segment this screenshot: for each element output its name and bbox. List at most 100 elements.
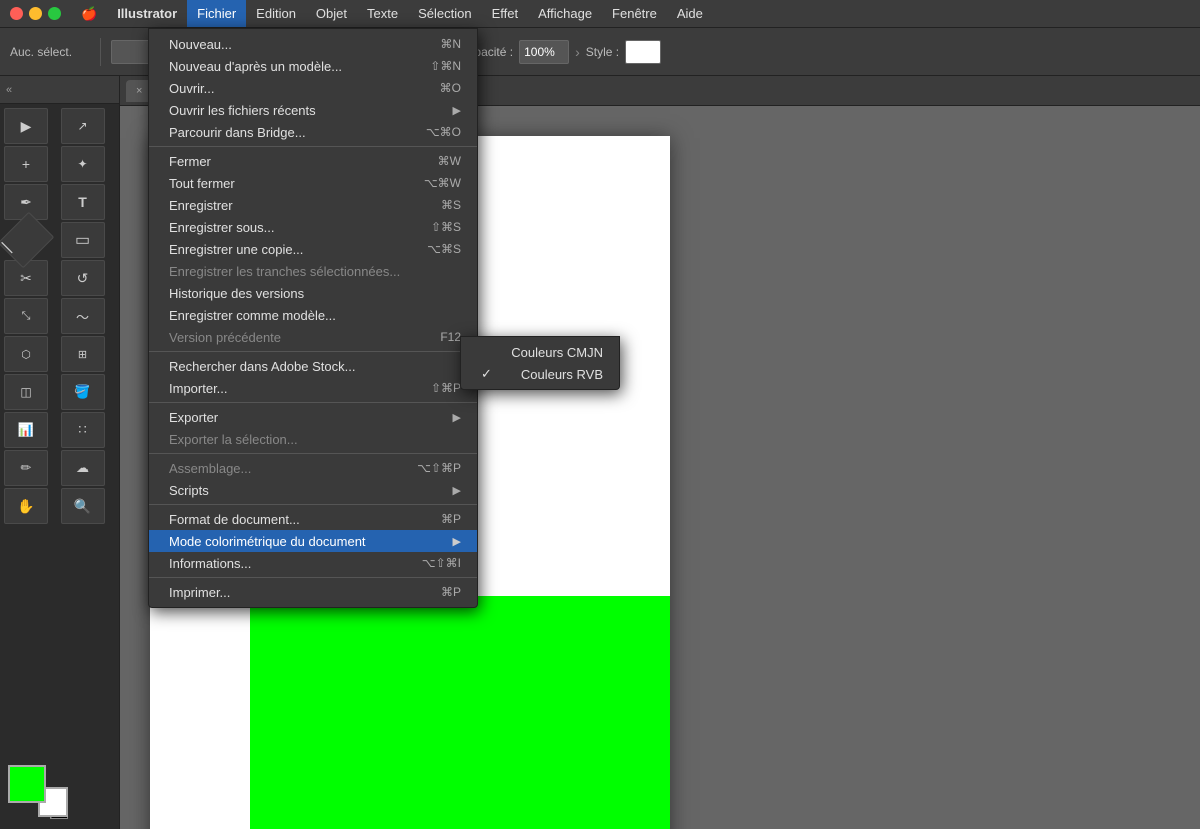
menu-enregistrer-modele[interactable]: Enregistrer comme modèle... <box>149 304 477 326</box>
menubar-item-texte[interactable]: Texte <box>357 0 408 27</box>
menu-informations[interactable]: Informations... ⌥⇧⌘I <box>149 552 477 574</box>
menu-ouvrir[interactable]: Ouvrir... ⌘O <box>149 77 477 99</box>
menu-version-precedente: Version précédente F12 <box>149 326 477 348</box>
separator-6 <box>149 577 477 578</box>
menubar-item-illustrator[interactable]: Illustrator <box>107 0 187 27</box>
menu-importer[interactable]: Importer... ⇧⌘P <box>149 377 477 399</box>
menu-tout-fermer[interactable]: Tout fermer ⌥⌘W <box>149 172 477 194</box>
menu-nouveau[interactable]: Nouveau... ⌘N <box>149 33 477 55</box>
menu-enregistrer-shortcut: ⌘S <box>441 198 461 212</box>
foreground-color[interactable] <box>8 765 46 803</box>
rectangle-tool[interactable]: ▭ <box>61 222 105 258</box>
menu-exporter-selection: Exporter la sélection... <box>149 428 477 450</box>
menubar: 🍎 Illustrator Fichier Edition Objet Text… <box>0 0 1200 28</box>
menu-historique[interactable]: Historique des versions <box>149 282 477 304</box>
selection-tool[interactable]: ▶ <box>4 108 48 144</box>
menubar-item-fenetre[interactable]: Fenêtre <box>602 0 667 27</box>
menu-parcourir-bridge-shortcut: ⌥⌘O <box>426 125 461 139</box>
green-rectangle[interactable] <box>250 596 670 829</box>
separator-3 <box>149 402 477 403</box>
blend-tool[interactable]: ⬡ <box>4 336 48 372</box>
scale-tool[interactable]: ⤡ <box>4 298 48 334</box>
chart-tool[interactable]: 📊 <box>4 412 48 448</box>
menu-enregistrer[interactable]: Enregistrer ⌘S <box>149 194 477 216</box>
menubar-item-edition[interactable]: Edition <box>246 0 306 27</box>
menu-mode-colorimetrique[interactable]: Mode colorimétrique du document ▶ <box>149 530 477 552</box>
menu-rechercher-stock[interactable]: Rechercher dans Adobe Stock... <box>149 355 477 377</box>
close-button[interactable] <box>10 7 23 20</box>
menubar-item-aide[interactable]: Aide <box>667 0 713 27</box>
menu-enregistrer-copie-shortcut: ⌥⌘S <box>427 242 461 256</box>
menu-enregistrer-modele-label: Enregistrer comme modèle... <box>169 308 336 323</box>
maximize-button[interactable] <box>48 7 61 20</box>
menu-couleurs-rvb[interactable]: ✓ Couleurs RVB <box>461 363 619 385</box>
menubar-item-effet[interactable]: Effet <box>482 0 529 27</box>
scripts-arrow-icon: ▶ <box>453 484 461 497</box>
menu-informations-shortcut: ⌥⇧⌘I <box>422 556 461 570</box>
menu-enregistrer-copie[interactable]: Enregistrer une copie... ⌥⌘S <box>149 238 477 260</box>
menu-nouveau-modele-label: Nouveau d'après un modèle... <box>169 59 342 74</box>
hand-tool[interactable]: ✋ <box>4 488 48 524</box>
menu-fermer[interactable]: Fermer ⌘W <box>149 150 477 172</box>
shape-tool[interactable]: ✦ <box>61 146 105 182</box>
eyedropper-tool[interactable]: 🪣 <box>61 374 105 410</box>
menu-fermer-shortcut: ⌘W <box>438 154 461 168</box>
menu-ouvrir-label: Ouvrir... <box>169 81 215 96</box>
menubar-item-apple[interactable]: 🍎 <box>71 0 107 27</box>
add-anchor-tool[interactable]: + <box>4 146 48 182</box>
menu-enregistrer-sous-label: Enregistrer sous... <box>169 220 275 235</box>
minimize-button[interactable] <box>29 7 42 20</box>
menu-format-document[interactable]: Format de document... ⌘P <box>149 508 477 530</box>
menu-fermer-label: Fermer <box>169 154 211 169</box>
menu-fichiers-recents[interactable]: Ouvrir les fichiers récents ▶ <box>149 99 477 121</box>
tools-top-bar: « <box>0 76 119 104</box>
direct-selection-tool[interactable]: ↗ <box>61 108 105 144</box>
text-tool[interactable]: T <box>61 184 105 220</box>
menu-parcourir-bridge[interactable]: Parcourir dans Bridge... ⌥⌘O <box>149 121 477 143</box>
menu-nouveau-modele[interactable]: Nouveau d'après un modèle... ⇧⌘N <box>149 55 477 77</box>
menu-imprimer-label: Imprimer... <box>169 585 230 600</box>
menu-exporter-label: Exporter <box>169 410 218 425</box>
menu-enregistrer-tranches-label: Enregistrer les tranches sélectionnées..… <box>169 264 400 279</box>
pencil-tool[interactable]: ✏ <box>4 450 48 486</box>
menu-historique-label: Historique des versions <box>169 286 304 301</box>
menu-couleurs-rvb-label: Couleurs RVB <box>521 367 603 382</box>
exporter-arrow-icon: ▶ <box>453 411 461 424</box>
menubar-item-selection[interactable]: Sélection <box>408 0 481 27</box>
menubar-item-affichage[interactable]: Affichage <box>528 0 602 27</box>
menu-mode-colorimetrique-label: Mode colorimétrique du document <box>169 534 366 549</box>
menu-couleurs-cmjn[interactable]: Couleurs CMJN <box>461 341 619 363</box>
rotate-tool[interactable]: ↺ <box>61 260 105 296</box>
menu-ouvrir-shortcut: ⌘O <box>440 81 461 95</box>
separator-2 <box>149 351 477 352</box>
menu-imprimer-shortcut: ⌘P <box>441 585 461 599</box>
symbol-sprayer-tool[interactable]: ∷ <box>61 412 105 448</box>
mode-colorimetrique-arrow-icon: ▶ <box>453 535 461 548</box>
menu-enregistrer-sous[interactable]: Enregistrer sous... ⇧⌘S <box>149 216 477 238</box>
tab-close-icon[interactable]: × <box>136 85 142 97</box>
separator-5 <box>149 504 477 505</box>
mesh-tool[interactable]: ⊞ <box>61 336 105 372</box>
menu-importer-shortcut: ⇧⌘P <box>431 381 461 395</box>
gradient-tool[interactable]: ◫ <box>4 374 48 410</box>
menu-enregistrer-label: Enregistrer <box>169 198 233 213</box>
chevron-right-icon: › <box>575 44 580 60</box>
menu-imprimer[interactable]: Imprimer... ⌘P <box>149 581 477 603</box>
style-preview[interactable] <box>625 40 661 64</box>
menu-parcourir-bridge-label: Parcourir dans Bridge... <box>169 125 306 140</box>
warp-tool[interactable]: 〜 <box>61 298 105 334</box>
toolbar-separator <box>100 38 101 66</box>
menu-nouveau-shortcut: ⌘N <box>440 37 461 51</box>
menu-assemblage: Assemblage... ⌥⇧⌘P <box>149 457 477 479</box>
menubar-item-fichier[interactable]: Fichier <box>187 0 246 27</box>
menubar-item-objet[interactable]: Objet <box>306 0 357 27</box>
menu-exporter[interactable]: Exporter ▶ <box>149 406 477 428</box>
blob-brush-tool[interactable]: ☁ <box>61 450 105 486</box>
zoom-tool[interactable]: 🔍 <box>61 488 105 524</box>
traffic-lights <box>0 7 71 20</box>
menu-tout-fermer-label: Tout fermer <box>169 176 235 191</box>
menu-scripts[interactable]: Scripts ▶ <box>149 479 477 501</box>
menu-importer-label: Importer... <box>169 381 228 396</box>
opacite-input[interactable]: 100% <box>519 40 569 64</box>
collapse-icon[interactable]: « <box>6 84 12 96</box>
